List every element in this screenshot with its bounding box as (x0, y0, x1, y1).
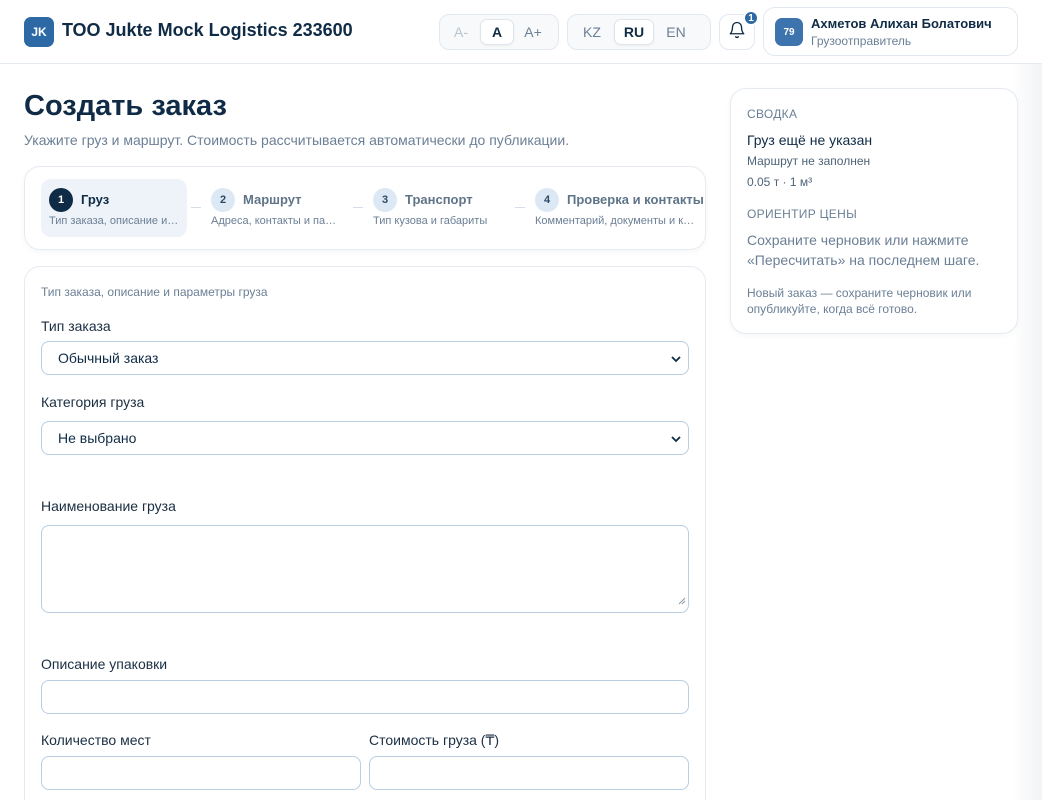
bell-icon (728, 21, 746, 44)
page-title: Создать заказ (24, 90, 227, 122)
step-separator (515, 207, 525, 208)
user-role: Грузоотправитель (811, 34, 912, 48)
step-description: Тип заказа, описание и параметры груза (49, 215, 179, 227)
order-type-label: Тип заказа (41, 318, 111, 334)
order-summary: СВОДКА Груз ещё не указан Маршрут не зап… (730, 88, 1018, 334)
cargo-name-textarea[interactable] (41, 525, 689, 613)
step-description: Адреса, контакты и параметры маршрута (211, 215, 341, 227)
user-name: Ахметов Алихан Болатович (811, 16, 992, 31)
summary-route-status: Маршрут не заполнен (747, 154, 871, 168)
resize-handle-icon[interactable] (678, 592, 686, 610)
step-title: Проверка и контакты (567, 192, 704, 207)
lang-en-button[interactable]: EN (656, 19, 696, 45)
step-number: 4 (535, 188, 559, 212)
summary-heading: СВОДКА (747, 107, 798, 121)
cargo-category-value: Не выбрано (58, 430, 137, 446)
language-switcher: KZ RU EN (567, 14, 711, 50)
page-subtitle: Укажите груз и маршрут. Стоимость рассчи… (24, 132, 570, 148)
step-description: Комментарий, документы и контакты (535, 215, 695, 227)
step-description: Тип кузова и габариты (373, 215, 488, 227)
section-label: Тип заказа, описание и параметры груза (41, 285, 268, 299)
summary-cargo-status: Груз ещё не указан (747, 132, 873, 148)
cargo-name-label: Наименование груза (41, 498, 176, 514)
step-cargo[interactable]: 1 Груз Тип заказа, описание и параметры … (41, 179, 187, 237)
company-name: ТОО Jukte Mock Logistics 233600 (62, 20, 353, 40)
price-hint: Сохраните черновик или нажмите «Пересчит… (747, 232, 980, 268)
summary-note: Новый заказ — сохраните черновик или опу… (747, 286, 972, 316)
chevron-down-icon (670, 432, 682, 448)
user-menu[interactable]: 79 Ахметов Алихан Болатович Грузоотправи… (763, 7, 1018, 56)
cargo-category-select[interactable]: Не выбрано (41, 421, 689, 455)
step-number: 3 (373, 188, 397, 212)
step-review[interactable]: 4 Проверка и контакты Комментарий, докум… (527, 179, 704, 237)
font-increase-button[interactable]: A+ (516, 19, 550, 45)
lang-ru-button[interactable]: RU (614, 19, 654, 45)
packaging-input[interactable] (41, 680, 689, 714)
font-normal-button[interactable]: A (480, 19, 514, 45)
summary-weight-volume: 0.05 т · 1 м³ (747, 175, 813, 189)
cargo-form: Тип заказа, описание и параметры груза Т… (24, 266, 706, 800)
lang-kz-button[interactable]: KZ (572, 19, 612, 45)
cargo-cost-input[interactable] (369, 756, 689, 790)
company-logo[interactable]: JK (24, 17, 54, 47)
step-number: 1 (49, 188, 73, 212)
font-size-switcher: A- A A+ (439, 14, 559, 50)
places-label: Количество мест (41, 732, 151, 748)
packaging-label: Описание упаковки (41, 656, 168, 672)
avatar: 79 (775, 18, 803, 46)
order-type-select[interactable]: Обычный заказ (41, 341, 689, 375)
order-type-value: Обычный заказ (58, 350, 159, 366)
stepper: 1 Груз Тип заказа, описание и параметры … (24, 166, 706, 250)
top-bar: JK ТОО Jukte Mock Logistics 233600 A- A … (0, 0, 1042, 64)
font-decrease-button[interactable]: A- (444, 19, 478, 45)
notifications-button[interactable]: 1 (719, 10, 759, 50)
chevron-down-icon (670, 352, 682, 368)
step-route[interactable]: 2 Маршрут Адреса, контакты и параметры м… (203, 179, 349, 237)
step-title: Транспорт (405, 192, 473, 207)
notification-count-badge: 1 (743, 10, 759, 26)
step-transport[interactable]: 3 Транспорт Тип кузова и габариты (365, 179, 511, 237)
step-title: Маршрут (243, 192, 302, 207)
cargo-cost-label: Стоимость груза (₸) (369, 732, 500, 748)
price-heading: ОРИЕНТИР ЦЕНЫ (747, 207, 857, 221)
places-input[interactable] (41, 756, 361, 790)
step-separator (191, 207, 201, 208)
step-title: Груз (81, 192, 110, 207)
cargo-category-label: Категория груза (41, 394, 145, 410)
step-number: 2 (211, 188, 235, 212)
step-separator (353, 207, 363, 208)
